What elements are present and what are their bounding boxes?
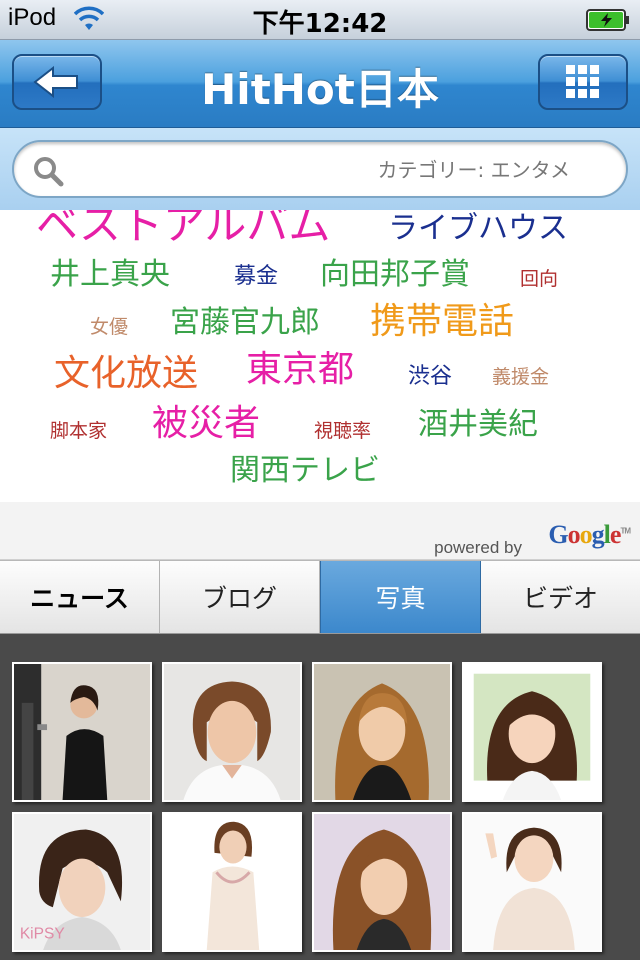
portrait-image — [314, 814, 450, 950]
tag-link[interactable]: 文化放送 — [54, 356, 198, 392]
photo-thumbnail[interactable]: KiPSY — [12, 812, 152, 952]
tab-news[interactable]: ニュース — [0, 561, 160, 633]
search-bar — [0, 128, 640, 210]
tag-link[interactable]: 脚本家 — [50, 422, 107, 441]
portrait-image: KiPSY — [14, 814, 150, 950]
tag-link[interactable]: 酒井美紀 — [418, 410, 538, 440]
search-icon — [34, 157, 64, 187]
photo-thumbnail[interactable] — [312, 662, 452, 802]
search-input[interactable] — [74, 154, 570, 186]
grid-icon — [566, 65, 599, 98]
tag-link[interactable]: 向田邦子賞 — [320, 260, 470, 290]
search-field[interactable] — [12, 140, 628, 198]
tag-link[interactable]: 回向 — [520, 270, 558, 289]
clock: 下午12:42 — [252, 9, 388, 39]
portrait-image — [464, 814, 600, 950]
portrait-image — [464, 664, 600, 800]
tag-link[interactable]: ベストアルバム — [36, 210, 330, 246]
status-bar: iPod 下午12:42 — [0, 0, 640, 40]
tag-link[interactable]: 義援金 — [492, 368, 549, 387]
portrait-image — [314, 664, 450, 800]
battery-charging-icon — [586, 9, 629, 31]
portrait-image — [14, 664, 150, 800]
photo-thumbnail[interactable] — [462, 812, 602, 952]
photo-thumbnail[interactable] — [312, 812, 452, 952]
navigation-bar: HitHot日本 — [0, 40, 640, 128]
tag-link[interactable]: 視聴率 — [314, 422, 371, 441]
tag-link[interactable]: 宮藤官九郎 — [170, 308, 320, 338]
tag-link[interactable]: 携帯電話 — [370, 304, 514, 340]
powered-by-label: powered by — [434, 538, 522, 557]
tab-video[interactable]: ビデオ — [481, 561, 640, 633]
tag-link[interactable]: 女優 — [90, 318, 128, 337]
tag-cloud: ベストアルバム ライブハウス 井上真央 募金 向田邦子賞 回向 女優 宮藤官九郎… — [4, 210, 636, 502]
photo-thumbnail[interactable] — [162, 812, 302, 952]
tab-blog[interactable]: ブログ — [160, 561, 320, 633]
tag-link[interactable]: 渋谷 — [408, 366, 452, 388]
svg-text:KiPSY: KiPSY — [20, 925, 66, 942]
portrait-image — [164, 664, 300, 800]
tag-link[interactable]: 東京都 — [246, 352, 354, 388]
tag-link[interactable]: 井上真央 — [50, 260, 170, 290]
tab-photos[interactable]: 写真 — [320, 561, 481, 633]
tag-link[interactable]: 被災者 — [152, 406, 260, 442]
photo-thumbnail[interactable] — [462, 662, 602, 802]
google-logo: GoogleTM — [548, 520, 631, 549]
portrait-image — [164, 814, 300, 950]
photo-grid: KiPSY — [0, 634, 640, 960]
tag-link[interactable]: 募金 — [234, 266, 278, 288]
tag-link[interactable]: ライブハウス — [388, 214, 568, 244]
segmented-tabs: ニュース ブログ 写真 ビデオ — [0, 560, 640, 634]
menu-grid-button[interactable] — [538, 54, 628, 110]
photo-thumbnail[interactable] — [12, 662, 152, 802]
tag-link[interactable]: 関西テレビ — [230, 456, 380, 486]
photo-thumbnail[interactable] — [162, 662, 302, 802]
attribution-strip — [0, 502, 640, 560]
